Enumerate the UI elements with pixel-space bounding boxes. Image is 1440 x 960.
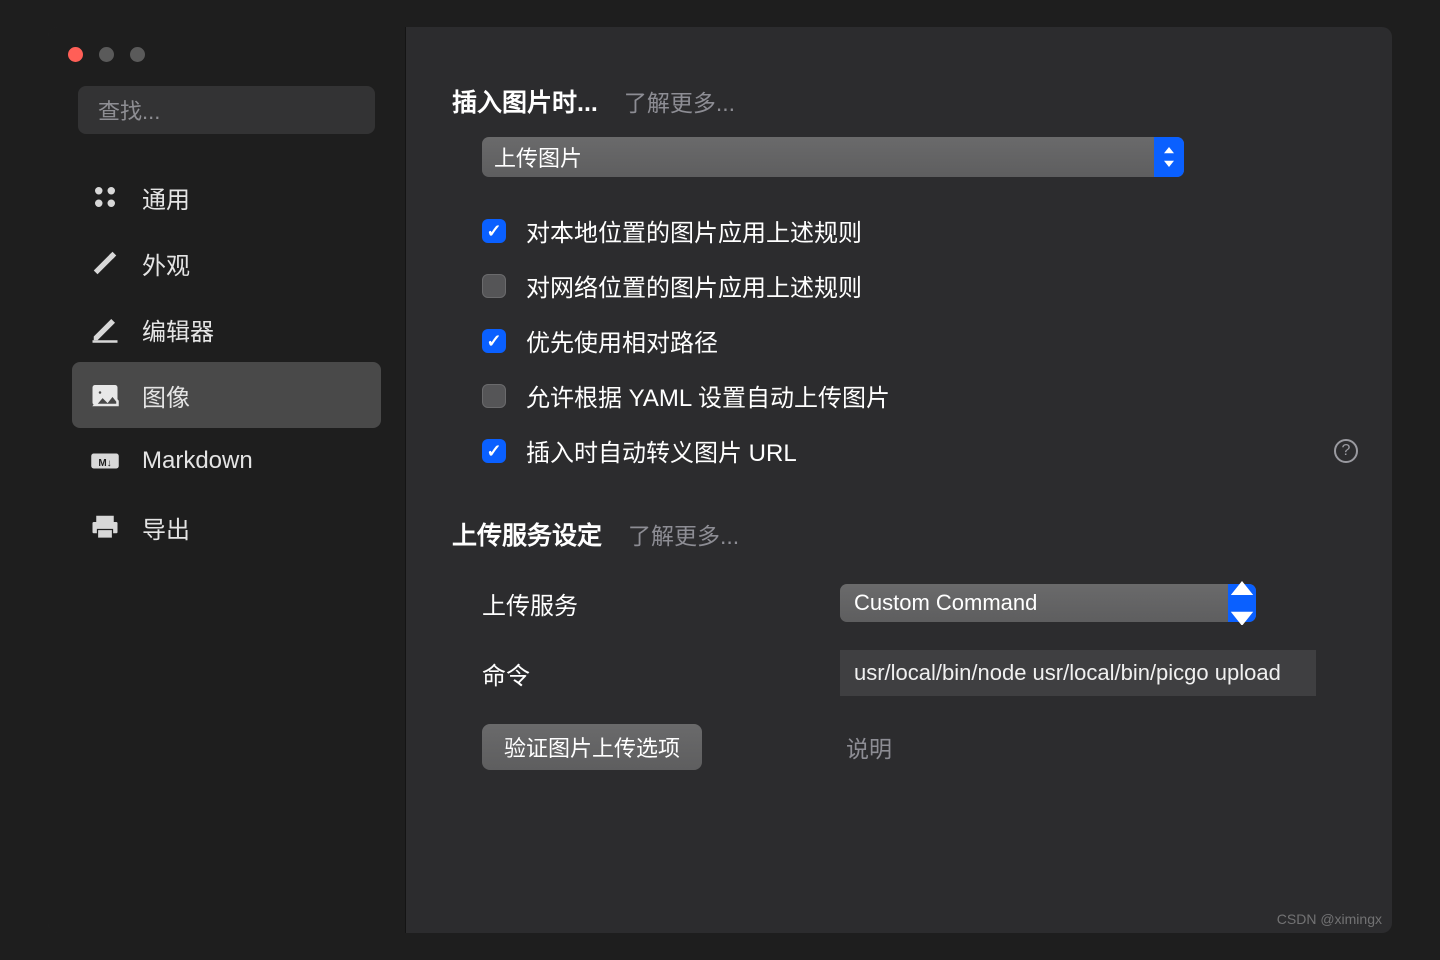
checkbox-icon bbox=[482, 329, 506, 353]
checkbox-label: 对本地位置的图片应用上述规则 bbox=[526, 213, 862, 248]
maximize-window-button[interactable] bbox=[130, 47, 145, 62]
insert-learn-more-link[interactable]: 了解更多... bbox=[624, 84, 735, 118]
upload-service-label: 上传服务 bbox=[482, 586, 840, 621]
upload-service-select[interactable]: Custom Command bbox=[840, 584, 1256, 622]
sidebar-item-appearance[interactable]: 外观 bbox=[72, 230, 381, 296]
sidebar: 查找... 通用 外观 编辑器 bbox=[48, 27, 406, 933]
description-link[interactable]: 说明 bbox=[846, 730, 892, 764]
preferences-window: 查找... 通用 外观 编辑器 bbox=[48, 27, 1392, 933]
upload-section-head: 上传服务设定 了解更多... bbox=[452, 516, 1358, 552]
pencil-icon bbox=[90, 314, 120, 344]
upload-service-select-value: Custom Command bbox=[854, 590, 1037, 616]
watermark-text: CSDN @ximingx bbox=[1277, 911, 1382, 927]
verify-upload-button[interactable]: 验证图片上传选项 bbox=[482, 724, 702, 770]
insert-action-select[interactable]: 上传图片 bbox=[482, 137, 1184, 177]
svg-text:M↓: M↓ bbox=[98, 458, 111, 469]
window-traffic-lights bbox=[48, 41, 405, 62]
verify-upload-button-label: 验证图片上传选项 bbox=[504, 731, 680, 763]
upload-command-row: 命令 usr/local/bin/node usr/local/bin/picg… bbox=[482, 650, 1358, 696]
appearance-icon bbox=[90, 248, 120, 278]
sidebar-item-label: 通用 bbox=[142, 180, 190, 215]
checkbox-icon bbox=[482, 219, 506, 243]
image-icon bbox=[90, 380, 120, 410]
sidebar-item-editor[interactable]: 编辑器 bbox=[72, 296, 381, 362]
help-icon[interactable]: ? bbox=[1334, 439, 1358, 463]
check-yaml-upload[interactable]: 允许根据 YAML 设置自动上传图片 bbox=[482, 378, 1358, 413]
upload-learn-more-link[interactable]: 了解更多... bbox=[628, 517, 739, 551]
verify-row: 验证图片上传选项 说明 bbox=[482, 724, 1358, 770]
insert-checkboxes: 对本地位置的图片应用上述规则 对网络位置的图片应用上述规则 优先使用相对路径 允… bbox=[482, 213, 1358, 468]
sidebar-list: 通用 外观 编辑器 图像 M bbox=[48, 156, 405, 560]
upload-command-value: usr/local/bin/node usr/local/bin/picgo u… bbox=[854, 660, 1281, 686]
sidebar-item-label: 编辑器 bbox=[142, 312, 214, 347]
upload-service-row: 上传服务 Custom Command bbox=[482, 584, 1358, 622]
sidebar-item-label: 外观 bbox=[142, 246, 190, 281]
search-input[interactable]: 查找... bbox=[78, 86, 375, 134]
chevron-updown-icon bbox=[1228, 584, 1256, 622]
minimize-window-button[interactable] bbox=[99, 47, 114, 62]
chevron-updown-icon bbox=[1154, 137, 1184, 177]
main-panel: 插入图片时... 了解更多... 上传图片 对本地位置的图片应用上述规则 对网络… bbox=[406, 27, 1392, 933]
insert-action-select-value: 上传图片 bbox=[494, 141, 582, 173]
printer-icon bbox=[90, 512, 120, 542]
check-apply-network[interactable]: 对网络位置的图片应用上述规则 bbox=[482, 268, 1358, 303]
markdown-icon: M↓ bbox=[90, 446, 120, 476]
check-relative-path[interactable]: 优先使用相对路径 bbox=[482, 323, 1358, 358]
checkbox-label: 插入时自动转义图片 URL bbox=[526, 433, 797, 468]
upload-section-title: 上传服务设定 bbox=[452, 516, 602, 552]
checkbox-label: 优先使用相对路径 bbox=[526, 323, 718, 358]
insert-section-head: 插入图片时... 了解更多... bbox=[452, 83, 1358, 119]
close-window-button[interactable] bbox=[68, 47, 83, 62]
upload-command-label: 命令 bbox=[482, 656, 840, 691]
sidebar-item-general[interactable]: 通用 bbox=[72, 164, 381, 230]
insert-section-title: 插入图片时... bbox=[452, 83, 598, 119]
search-placeholder: 查找... bbox=[98, 94, 160, 126]
sidebar-item-label: 图像 bbox=[142, 378, 190, 413]
sidebar-item-export[interactable]: 导出 bbox=[72, 494, 381, 560]
checkbox-icon bbox=[482, 384, 506, 408]
settings-icon bbox=[90, 182, 120, 212]
checkbox-label: 允许根据 YAML 设置自动上传图片 bbox=[526, 378, 890, 413]
sidebar-item-label: 导出 bbox=[142, 510, 190, 545]
sidebar-item-label: Markdown bbox=[142, 447, 253, 475]
checkbox-label: 对网络位置的图片应用上述规则 bbox=[526, 268, 862, 303]
sidebar-item-image[interactable]: 图像 bbox=[72, 362, 381, 428]
check-apply-local[interactable]: 对本地位置的图片应用上述规则 bbox=[482, 213, 1358, 248]
checkbox-icon bbox=[482, 274, 506, 298]
sidebar-item-markdown[interactable]: M↓ Markdown bbox=[72, 428, 381, 494]
upload-command-input[interactable]: usr/local/bin/node usr/local/bin/picgo u… bbox=[840, 650, 1316, 696]
check-escape-url[interactable]: 插入时自动转义图片 URL ? bbox=[482, 433, 1358, 468]
checkbox-icon bbox=[482, 439, 506, 463]
